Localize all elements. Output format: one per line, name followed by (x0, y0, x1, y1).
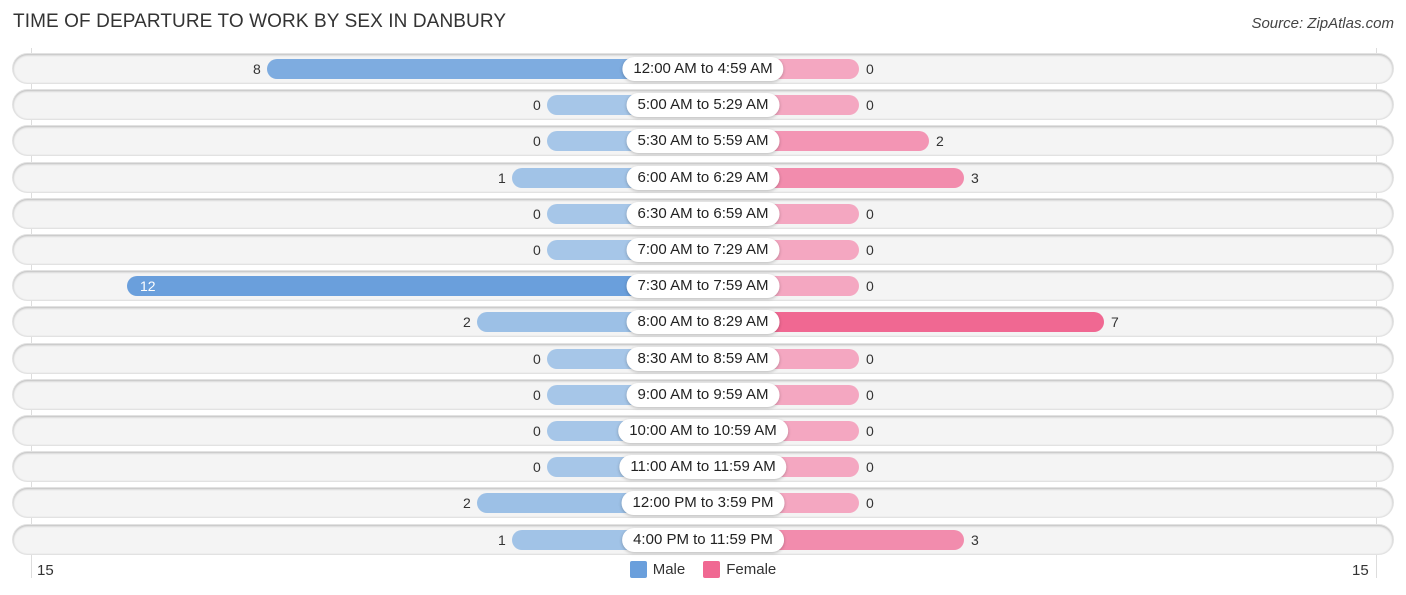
legend-item-male: Male (629, 561, 686, 578)
value-label-male: 8 (253, 60, 261, 77)
value-label-male: 0 (533, 96, 541, 113)
category-label: 6:00 AM to 6:29 AM (626, 165, 780, 190)
category-label: 7:00 AM to 7:29 AM (626, 237, 780, 262)
value-label-female: 0 (866, 386, 874, 403)
category-label: 5:00 AM to 5:29 AM (626, 92, 780, 117)
category-label: 8:00 AM to 8:29 AM (626, 309, 780, 334)
value-label-female: 0 (866, 277, 874, 294)
value-label-male: 2 (463, 313, 471, 330)
legend: Male Female (0, 561, 1406, 578)
legend-label-male: Male (652, 561, 686, 578)
legend-item-female: Female (703, 561, 776, 578)
value-label-female: 0 (866, 422, 874, 439)
value-label-female: 0 (866, 458, 874, 475)
value-label-male: 0 (533, 422, 541, 439)
value-label-female: 0 (866, 350, 874, 367)
legend-label-female: Female (726, 561, 777, 578)
category-label: 5:30 AM to 5:59 AM (626, 128, 780, 153)
chart-title: TIME OF DEPARTURE TO WORK BY SEX IN DANB… (13, 11, 507, 32)
category-label: 12:00 AM to 4:59 AM (622, 56, 784, 81)
source-label: Source: ZipAtlas.com (1251, 15, 1394, 32)
category-label: 8:30 AM to 8:59 AM (626, 346, 780, 371)
bar-male (127, 275, 703, 296)
legend-swatch-female (703, 561, 721, 578)
value-label-female: 7 (1111, 313, 1119, 330)
value-label-female: 3 (971, 169, 979, 186)
value-label-female: 0 (866, 494, 874, 511)
value-label-female: 0 (866, 96, 874, 113)
category-label: 4:00 PM to 11:59 PM (622, 527, 784, 552)
category-label: 12:00 PM to 3:59 PM (621, 490, 785, 515)
category-label: 7:30 AM to 7:59 AM (626, 273, 780, 298)
value-label-female: 0 (866, 60, 874, 77)
value-label-male: 12 (140, 277, 156, 294)
value-label-female: 2 (936, 132, 944, 149)
category-label: 10:00 AM to 10:59 AM (618, 418, 788, 443)
value-label-male: 0 (533, 205, 541, 222)
value-label-male: 2 (463, 494, 471, 511)
category-label: 11:00 AM to 11:59 AM (619, 454, 787, 479)
category-label: 9:00 AM to 9:59 AM (626, 382, 780, 407)
category-label: 6:30 AM to 6:59 AM (626, 201, 780, 226)
value-label-male: 0 (533, 386, 541, 403)
value-label-male: 0 (533, 132, 541, 149)
value-label-male: 0 (533, 458, 541, 475)
value-label-female: 3 (971, 531, 979, 548)
value-label-male: 0 (533, 350, 541, 367)
value-label-female: 0 (866, 205, 874, 222)
legend-swatch-male (629, 561, 647, 578)
value-label-male: 1 (498, 531, 506, 548)
value-label-male: 0 (533, 241, 541, 258)
value-label-male: 1 (498, 169, 506, 186)
value-label-female: 0 (866, 241, 874, 258)
